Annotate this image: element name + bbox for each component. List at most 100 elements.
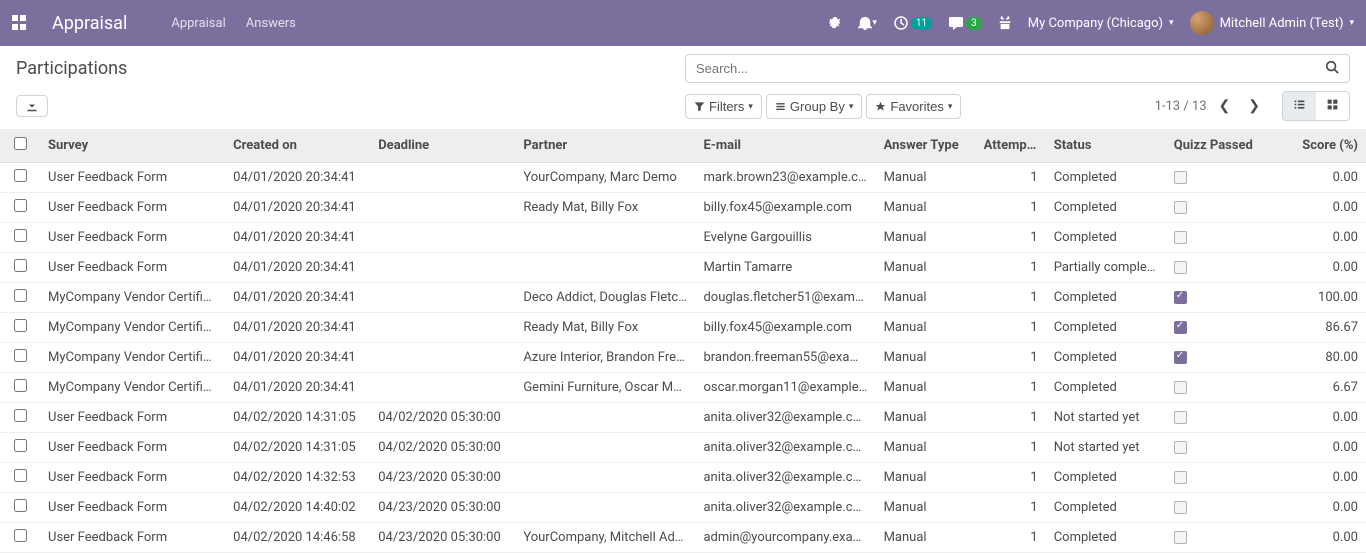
table-header-row: Survey Created on Deadline Partner E-mai…	[0, 129, 1366, 163]
cell-deadline: 04/02/2020 05:30:00	[370, 433, 515, 463]
cell-deadline: 04/23/2020 05:30:00	[370, 493, 515, 523]
quizz-checkbox	[1174, 321, 1187, 334]
debug-icon[interactable]	[828, 16, 842, 30]
table-row[interactable]: MyCompany Vendor Certifi… 04/01/2020 20:…	[0, 343, 1366, 373]
table-row[interactable]: User Feedback Form 04/01/2020 20:34:41 M…	[0, 253, 1366, 283]
cell-deadline	[370, 223, 515, 253]
nav-item-appraisal[interactable]: Appraisal	[171, 16, 225, 31]
header-status[interactable]: Status	[1046, 129, 1166, 163]
cell-survey: User Feedback Form	[40, 463, 225, 493]
chevron-down-icon: ▾	[849, 101, 854, 112]
header-created[interactable]: Created on	[225, 129, 370, 163]
cell-email: oscar.morgan11@example.…	[695, 373, 875, 403]
filters-button[interactable]: Filters ▾	[685, 94, 762, 119]
gift-icon[interactable]	[998, 16, 1012, 30]
table-row[interactable]: User Feedback Form 04/01/2020 20:34:41 E…	[0, 223, 1366, 253]
row-checkbox[interactable]	[14, 289, 27, 302]
header-survey[interactable]: Survey	[40, 129, 225, 163]
table-row[interactable]: User Feedback Form 04/02/2020 14:32:53 0…	[0, 463, 1366, 493]
breadcrumb: Participations	[16, 58, 127, 79]
quizz-checkbox	[1174, 411, 1187, 424]
cell-partner: Ready Mat, Billy Fox	[515, 313, 695, 343]
groupby-label: Group By	[790, 99, 845, 114]
table-row[interactable]: User Feedback Form 04/01/2020 20:34:41 Y…	[0, 163, 1366, 193]
cell-survey: User Feedback Form	[40, 223, 225, 253]
table-row[interactable]: User Feedback Form 04/01/2020 20:34:41 R…	[0, 193, 1366, 223]
row-checkbox[interactable]	[14, 349, 27, 362]
cell-partner: YourCompany, Mitchell Admin	[515, 523, 695, 553]
list-view-button[interactable]	[1283, 92, 1316, 120]
row-checkbox[interactable]	[14, 259, 27, 272]
table-row[interactable]: User Feedback Form 04/02/2020 14:31:05 0…	[0, 433, 1366, 463]
cell-answer-type: Manual	[876, 373, 976, 403]
nav-item-answers[interactable]: Answers	[246, 16, 296, 31]
cell-quizz	[1166, 163, 1281, 193]
cell-email: douglas.fletcher51@examp…	[695, 283, 875, 313]
cell-created: 04/02/2020 14:46:58	[225, 523, 370, 553]
messaging-icon[interactable]: 3	[948, 15, 982, 31]
cell-email: billy.fox45@example.com	[695, 193, 875, 223]
row-checkbox[interactable]	[14, 499, 27, 512]
table-row[interactable]: MyCompany Vendor Certifi… 04/01/2020 20:…	[0, 283, 1366, 313]
notifications-icon[interactable]: ▾	[858, 16, 877, 30]
activities-icon[interactable]: 11	[893, 15, 932, 31]
header-email[interactable]: E-mail	[695, 129, 875, 163]
table-row[interactable]: User Feedback Form 04/02/2020 14:46:58 0…	[0, 523, 1366, 553]
apps-icon[interactable]	[12, 15, 28, 31]
cell-quizz	[1166, 253, 1281, 283]
view-switcher	[1282, 91, 1350, 121]
row-checkbox[interactable]	[14, 439, 27, 452]
export-button[interactable]	[16, 95, 48, 117]
user-menu[interactable]: Mitchell Admin (Test) ▾	[1190, 11, 1354, 35]
header-deadline[interactable]: Deadline	[370, 129, 515, 163]
cell-answer-type: Manual	[876, 223, 976, 253]
search-button[interactable]	[1315, 55, 1349, 82]
cell-deadline	[370, 343, 515, 373]
table-row[interactable]: MyCompany Vendor Certifi… 04/01/2020 20:…	[0, 313, 1366, 343]
header-answer-type[interactable]: Answer Type	[876, 129, 976, 163]
search-input[interactable]	[686, 55, 1315, 82]
brand[interactable]: Appraisal	[52, 13, 127, 34]
table-row[interactable]: MyCompany Vendor Certifi… 04/01/2020 20:…	[0, 373, 1366, 403]
messages-badge: 3	[966, 17, 982, 30]
navbar-right: ▾ 11 3 My Company (Chicago) ▾ Mitchell A…	[828, 11, 1354, 35]
cell-status: Not started yet	[1046, 433, 1166, 463]
header-partner[interactable]: Partner	[515, 129, 695, 163]
row-checkbox[interactable]	[14, 229, 27, 242]
row-checkbox[interactable]	[14, 469, 27, 482]
cell-status: Completed	[1046, 343, 1166, 373]
cell-attempt: 1	[976, 343, 1046, 373]
row-checkbox[interactable]	[14, 169, 27, 182]
cell-partner	[515, 433, 695, 463]
cell-email: mark.brown23@example.com	[695, 163, 875, 193]
select-all-checkbox[interactable]	[14, 137, 27, 150]
table-row[interactable]: User Feedback Form 04/02/2020 14:40:02 0…	[0, 493, 1366, 523]
cell-survey: User Feedback Form	[40, 403, 225, 433]
cell-answer-type: Manual	[876, 313, 976, 343]
favorites-button[interactable]: Favorites ▾	[866, 94, 961, 119]
table-row[interactable]: User Feedback Form 04/02/2020 14:31:05 0…	[0, 403, 1366, 433]
header-score[interactable]: Score (%)	[1281, 129, 1366, 163]
groupby-button[interactable]: Group By ▾	[766, 94, 862, 119]
cell-email: anita.oliver32@example.com	[695, 463, 875, 493]
header-attempt[interactable]: Attempt n°	[976, 129, 1046, 163]
cell-quizz	[1166, 283, 1281, 313]
cell-answer-type: Manual	[876, 193, 976, 223]
cell-survey: User Feedback Form	[40, 253, 225, 283]
row-checkbox[interactable]	[14, 379, 27, 392]
pager-next[interactable]: ❯	[1242, 96, 1266, 116]
kanban-view-button[interactable]	[1316, 92, 1349, 120]
activities-badge: 11	[911, 17, 932, 30]
cell-deadline: 04/02/2020 05:30:00	[370, 403, 515, 433]
row-checkbox[interactable]	[14, 409, 27, 422]
cell-attempt: 1	[976, 403, 1046, 433]
cell-survey: User Feedback Form	[40, 163, 225, 193]
row-checkbox[interactable]	[14, 529, 27, 542]
company-switcher[interactable]: My Company (Chicago) ▾	[1028, 16, 1174, 31]
cell-status: Completed	[1046, 523, 1166, 553]
row-checkbox[interactable]	[14, 319, 27, 332]
header-quizz[interactable]: Quizz Passed	[1166, 129, 1281, 163]
row-checkbox[interactable]	[14, 199, 27, 212]
pager-prev[interactable]: ❮	[1213, 96, 1237, 116]
cell-survey: User Feedback Form	[40, 523, 225, 553]
